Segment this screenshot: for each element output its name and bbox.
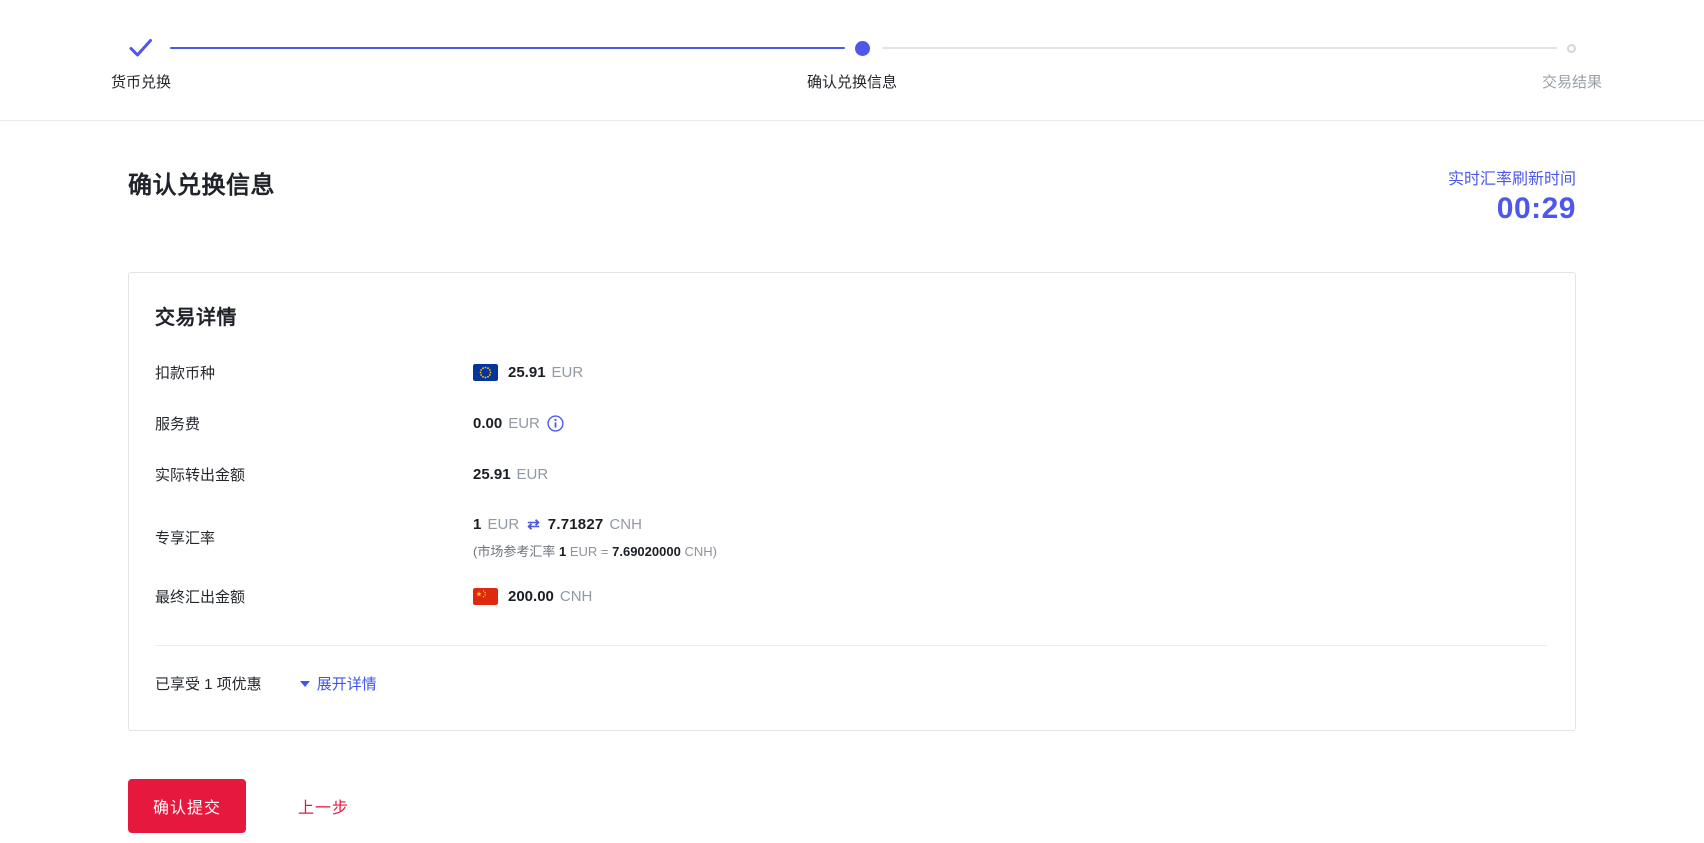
rate-timer-countdown: 00:29	[1448, 192, 1576, 226]
row-actual-transfer-out: 实际转出金额 25.91 EUR	[155, 464, 1547, 485]
rate-to-amount: 7.71827	[548, 516, 604, 533]
cn-flag-icon	[473, 588, 498, 605]
transfer-out-currency-code: EUR	[517, 466, 549, 483]
exchange-arrows-icon: ⇄	[527, 515, 540, 533]
eu-flag-icon	[473, 364, 498, 381]
step-current-dot	[855, 41, 870, 56]
rate-to-currency: CNH	[609, 516, 642, 533]
step-label-confirm-info: 确认兑换信息	[807, 71, 897, 92]
row-service-fee: 服务费 0.00 EUR	[155, 413, 1547, 434]
promo-count-text: 已享受 1 项优惠	[155, 673, 262, 694]
row-label: 扣款币种	[155, 362, 473, 383]
reference-prefix: (市场参考汇率	[473, 544, 555, 559]
reference-equals-sign: =	[601, 544, 609, 559]
step-label-result: 交易结果	[1542, 71, 1602, 92]
debit-amount: 25.91	[508, 364, 546, 381]
reference-from-amount: 1	[559, 544, 566, 559]
transfer-out-amount: 25.91	[473, 466, 511, 483]
rate-timer-label: 实时汇率刷新时间	[1448, 165, 1576, 189]
stepper-line-upcoming	[882, 47, 1557, 49]
row-label: 最终汇出金额	[155, 586, 473, 607]
promo-row: 已享受 1 项优惠 展开详情	[155, 673, 1547, 694]
reference-from-currency: EUR	[570, 544, 597, 559]
row-label: 实际转出金额	[155, 464, 473, 485]
fee-currency-code: EUR	[508, 415, 540, 432]
card-divider	[155, 645, 1547, 646]
reference-suffix: CNH)	[684, 544, 717, 559]
step-upcoming-circle	[1567, 44, 1576, 53]
transaction-details-card: 交易详情 扣款币种	[128, 272, 1576, 731]
row-debit-currency: 扣款币种 25.91	[155, 362, 1547, 383]
stepper-header: 货币兑换 确认兑换信息 交易结果	[0, 0, 1704, 121]
stepper-line-completed	[170, 47, 845, 49]
rate-refresh-timer: 实时汇率刷新时间 00:29	[1448, 165, 1576, 226]
fee-amount: 0.00	[473, 415, 502, 432]
row-exclusive-rate: 专享汇率 1 EUR ⇄ 7.71827 CNH (市场参考汇率 1 EUR =…	[155, 515, 1547, 560]
card-title: 交易详情	[155, 301, 1547, 330]
debit-currency-code: EUR	[552, 364, 584, 381]
expand-details-label: 展开详情	[317, 673, 377, 694]
step-label-currency-exchange: 货币兑换	[111, 71, 171, 92]
reference-to-amount: 7.69020000	[612, 544, 681, 559]
row-final-payout: 最终汇出金额 200.00 CNH	[155, 586, 1547, 607]
rate-from-currency: EUR	[488, 516, 520, 533]
step-completed-check-icon	[128, 38, 154, 58]
info-icon[interactable]	[547, 415, 564, 432]
payout-currency-code: CNH	[560, 588, 593, 605]
confirm-submit-button[interactable]: 确认提交	[128, 779, 246, 833]
row-label: 服务费	[155, 413, 473, 434]
page-title: 确认兑换信息	[128, 165, 275, 200]
chevron-down-icon	[300, 681, 310, 687]
previous-step-button[interactable]: 上一步	[298, 794, 349, 818]
expand-details-link[interactable]: 展开详情	[300, 673, 377, 694]
payout-amount: 200.00	[508, 588, 554, 605]
rate-from-amount: 1	[473, 516, 482, 533]
market-reference-rate: (市场参考汇率 1 EUR = 7.69020000 CNH)	[473, 541, 717, 560]
row-label: 专享汇率	[155, 527, 473, 548]
progress-stepper: 货币兑换 确认兑换信息 交易结果	[128, 38, 1576, 91]
